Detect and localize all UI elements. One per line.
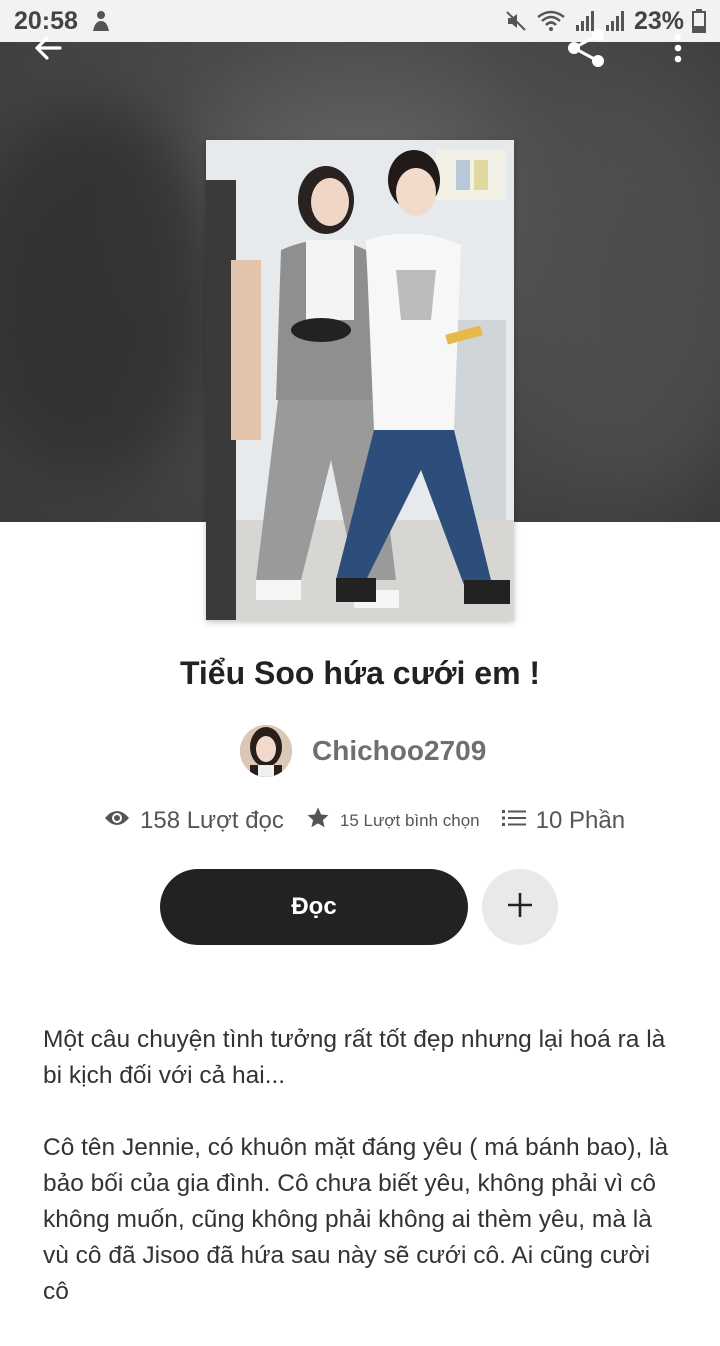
story-title: Tiểu Soo hứa cưới em !: [179, 655, 541, 691]
star-icon: [306, 806, 330, 835]
background-blur: [0, 102, 220, 482]
story-cover-image[interactable]: [206, 140, 514, 620]
parts-count: 10 Phần: [535, 806, 626, 834]
plus-icon: [505, 890, 535, 925]
author-name[interactable]: Chichoo2709: [312, 735, 486, 767]
add-to-library-button[interactable]: [482, 869, 558, 945]
more-options-button[interactable]: [650, 26, 706, 74]
background-blur: [500, 82, 720, 502]
share-button[interactable]: [558, 26, 614, 74]
reads-count: 158 Lượt đọc: [140, 806, 284, 834]
description-paragraph: Cô tên Jennie, có khuôn mặt đáng yêu ( m…: [43, 1134, 669, 1305]
avatar[interactable]: [240, 725, 292, 777]
story-stats: 158 Lượt đọc 15 Lượt bình chọn 10 Phần: [104, 806, 647, 835]
description-paragraph: Một câu chuyện tình tưởng rất tốt đẹp nh…: [43, 1026, 666, 1089]
back-button[interactable]: [20, 26, 76, 74]
more-vertical-icon: [673, 32, 683, 69]
story-description: Một câu chuyện tình tưởng rất tốt đẹp nh…: [43, 1022, 679, 1346]
reads-stat: 158 Lượt đọc: [104, 807, 284, 835]
author-row[interactable]: Chichoo2709: [240, 724, 486, 778]
notification-icon: [90, 9, 112, 33]
arrow-left-icon: [32, 32, 64, 69]
votes-stat: 15 Lượt bình chọn: [306, 806, 480, 835]
read-button[interactable]: Đọc: [160, 869, 468, 945]
list-icon: [501, 808, 526, 833]
eye-icon: [104, 808, 130, 833]
parts-stat: 10 Phần: [501, 806, 626, 835]
mute-icon: [504, 9, 528, 33]
share-icon: [564, 26, 608, 75]
votes-count: 15 Lượt bình chọn: [339, 810, 480, 830]
